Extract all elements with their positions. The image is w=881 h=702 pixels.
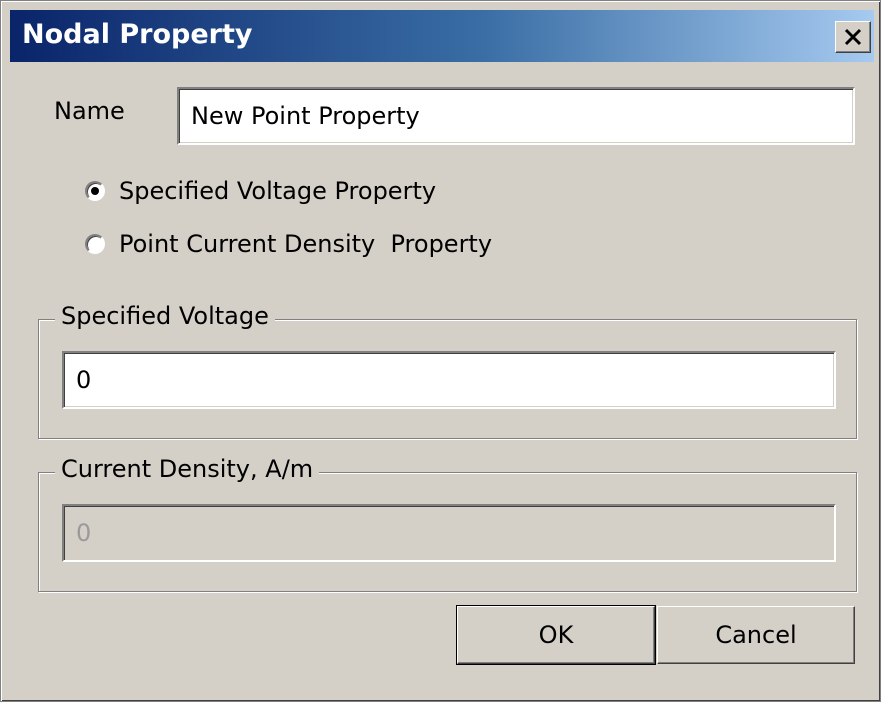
window-title: Nodal Property: [22, 19, 253, 50]
current-density-input: 0: [62, 504, 836, 562]
current-density-group-title: Current Density, A/m: [55, 455, 320, 483]
close-button[interactable]: [835, 21, 871, 53]
radio-specified-voltage[interactable]: Specified Voltage Property: [85, 177, 436, 205]
name-input[interactable]: New Point Property: [177, 87, 855, 145]
specified-voltage-input[interactable]: 0: [62, 351, 836, 409]
current-density-group: Current Density, A/m 0: [38, 455, 857, 592]
nodal-property-dialog: Nodal Property Name New Point Property S…: [0, 0, 881, 702]
radio-button[interactable]: [85, 234, 105, 254]
specified-voltage-group: Specified Voltage 0: [38, 302, 857, 439]
title-bar[interactable]: Nodal Property: [10, 10, 874, 62]
specified-voltage-group-title: Specified Voltage: [55, 302, 275, 330]
radio-label: Specified Voltage Property: [119, 177, 437, 205]
radio-point-current-density[interactable]: Point Current Density Property: [85, 230, 492, 258]
radio-button[interactable]: [85, 181, 105, 201]
close-icon: [844, 28, 862, 46]
ok-button[interactable]: OK: [456, 605, 656, 665]
radio-selected-dot: [91, 187, 99, 195]
name-label: Name: [54, 97, 125, 125]
radio-label: Point Current Density Property: [119, 230, 493, 258]
cancel-button[interactable]: Cancel: [657, 606, 855, 664]
